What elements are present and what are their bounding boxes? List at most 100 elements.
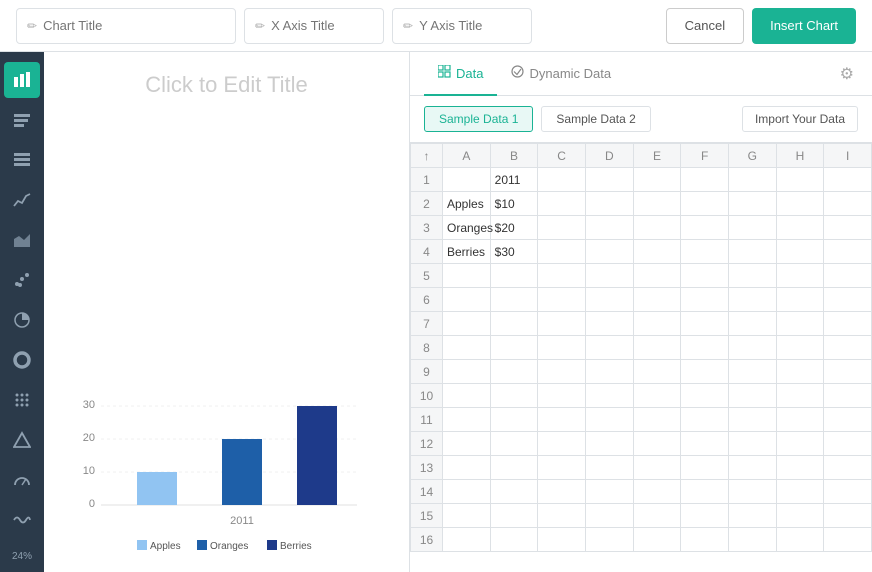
cell-a-14[interactable] — [443, 480, 491, 504]
cell-i-1[interactable] — [824, 168, 872, 192]
cell-h-3[interactable] — [776, 216, 824, 240]
cell-d-3[interactable] — [585, 216, 633, 240]
cell-h-15[interactable] — [776, 504, 824, 528]
cell-c-12[interactable] — [538, 432, 586, 456]
cell-e-2[interactable] — [633, 192, 681, 216]
cell-a-2[interactable]: Apples — [443, 192, 491, 216]
cell-c-8[interactable] — [538, 336, 586, 360]
cell-c-6[interactable] — [538, 288, 586, 312]
cell-b-4[interactable]: $30 — [490, 240, 538, 264]
cell-h-11[interactable] — [776, 408, 824, 432]
table-row[interactable]: 13 — [411, 456, 872, 480]
cell-d-1[interactable] — [585, 168, 633, 192]
cell-h-10[interactable] — [776, 384, 824, 408]
cell-h-14[interactable] — [776, 480, 824, 504]
cell-b-9[interactable] — [490, 360, 538, 384]
cell-g-15[interactable] — [728, 504, 776, 528]
cell-f-4[interactable] — [681, 240, 729, 264]
y-axis-title-field[interactable] — [419, 18, 521, 33]
cell-a-16[interactable] — [443, 528, 491, 552]
cell-i-2[interactable] — [824, 192, 872, 216]
cell-a-1[interactable] — [443, 168, 491, 192]
cell-d-14[interactable] — [585, 480, 633, 504]
cell-e-7[interactable] — [633, 312, 681, 336]
table-row[interactable]: 4Berries$30 — [411, 240, 872, 264]
cell-i-7[interactable] — [824, 312, 872, 336]
cell-b-14[interactable] — [490, 480, 538, 504]
cell-c-10[interactable] — [538, 384, 586, 408]
cell-d-12[interactable] — [585, 432, 633, 456]
cell-c-3[interactable] — [538, 216, 586, 240]
cell-g-14[interactable] — [728, 480, 776, 504]
table-row[interactable]: 3Oranges$20 — [411, 216, 872, 240]
cell-e-1[interactable] — [633, 168, 681, 192]
cell-f-15[interactable] — [681, 504, 729, 528]
cell-d-6[interactable] — [585, 288, 633, 312]
table-row[interactable]: 16 — [411, 528, 872, 552]
cell-d-7[interactable] — [585, 312, 633, 336]
table-row[interactable]: 5 — [411, 264, 872, 288]
cell-i-14[interactable] — [824, 480, 872, 504]
cell-f-13[interactable] — [681, 456, 729, 480]
cell-f-1[interactable] — [681, 168, 729, 192]
cell-i-16[interactable] — [824, 528, 872, 552]
cell-f-5[interactable] — [681, 264, 729, 288]
cell-e-12[interactable] — [633, 432, 681, 456]
table-row[interactable]: 2Apples$10 — [411, 192, 872, 216]
cell-b-13[interactable] — [490, 456, 538, 480]
table-row[interactable]: 14 — [411, 480, 872, 504]
cell-g-4[interactable] — [728, 240, 776, 264]
cell-i-3[interactable] — [824, 216, 872, 240]
cell-i-13[interactable] — [824, 456, 872, 480]
cell-c-5[interactable] — [538, 264, 586, 288]
cell-h-5[interactable] — [776, 264, 824, 288]
settings-icon[interactable]: ⚙ — [836, 60, 858, 88]
table-row[interactable]: 8 — [411, 336, 872, 360]
cell-b-7[interactable] — [490, 312, 538, 336]
chart-title-placeholder[interactable]: Click to Edit Title — [145, 72, 308, 98]
cell-a-12[interactable] — [443, 432, 491, 456]
cell-b-16[interactable] — [490, 528, 538, 552]
sample-data-2-button[interactable]: Sample Data 2 — [541, 106, 650, 132]
cell-e-10[interactable] — [633, 384, 681, 408]
cell-a-4[interactable]: Berries — [443, 240, 491, 264]
cell-h-12[interactable] — [776, 432, 824, 456]
cell-f-8[interactable] — [681, 336, 729, 360]
cell-e-5[interactable] — [633, 264, 681, 288]
x-axis-title-field[interactable] — [271, 18, 373, 33]
cell-e-16[interactable] — [633, 528, 681, 552]
cell-c-4[interactable] — [538, 240, 586, 264]
cell-b-15[interactable] — [490, 504, 538, 528]
cell-d-4[interactable] — [585, 240, 633, 264]
cell-d-16[interactable] — [585, 528, 633, 552]
sidebar-icon-list[interactable] — [4, 142, 40, 178]
table-row[interactable]: 9 — [411, 360, 872, 384]
cell-h-9[interactable] — [776, 360, 824, 384]
cell-d-9[interactable] — [585, 360, 633, 384]
cell-i-11[interactable] — [824, 408, 872, 432]
table-row[interactable]: 11 — [411, 408, 872, 432]
cell-f-3[interactable] — [681, 216, 729, 240]
cell-b-5[interactable] — [490, 264, 538, 288]
cell-f-6[interactable] — [681, 288, 729, 312]
cell-f-9[interactable] — [681, 360, 729, 384]
spreadsheet[interactable]: ↑ A B C D E F G H I 1 2011 2Apples$10 3O… — [410, 143, 872, 572]
cell-c-1[interactable] — [538, 168, 586, 192]
cell-a-5[interactable] — [443, 264, 491, 288]
cell-e-4[interactable] — [633, 240, 681, 264]
cell-a-13[interactable] — [443, 456, 491, 480]
cell-b-10[interactable] — [490, 384, 538, 408]
cell-g-11[interactable] — [728, 408, 776, 432]
cell-g-6[interactable] — [728, 288, 776, 312]
cell-c-16[interactable] — [538, 528, 586, 552]
cell-c-14[interactable] — [538, 480, 586, 504]
cell-e-11[interactable] — [633, 408, 681, 432]
tab-dynamic-data[interactable]: Dynamic Data — [497, 52, 625, 96]
cell-f-16[interactable] — [681, 528, 729, 552]
table-row[interactable]: 7 — [411, 312, 872, 336]
cell-c-11[interactable] — [538, 408, 586, 432]
cell-d-11[interactable] — [585, 408, 633, 432]
sidebar-icon-scatter[interactable] — [4, 262, 40, 298]
cell-h-2[interactable] — [776, 192, 824, 216]
cell-f-10[interactable] — [681, 384, 729, 408]
